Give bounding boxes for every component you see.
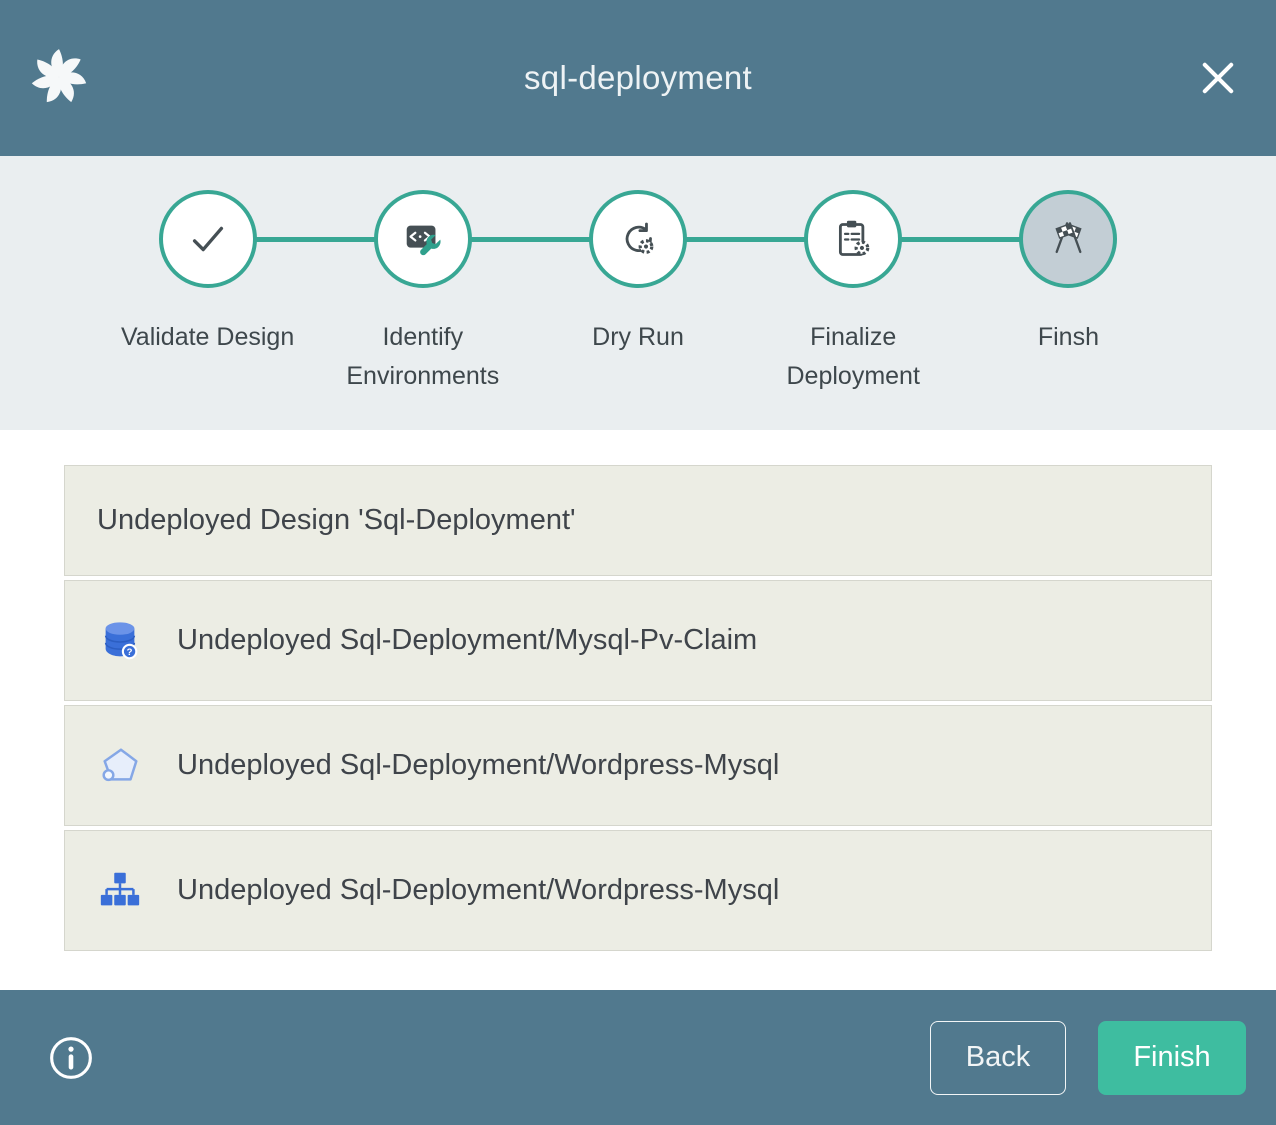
- dialog-title: sql-deployment: [524, 59, 752, 97]
- list-item: Undeployed Sql-Deployment/Wordpress-Mysq…: [64, 705, 1212, 826]
- svg-text:?: ?: [127, 646, 133, 657]
- step-label: Identify Environments: [325, 318, 520, 396]
- list-item-text: Undeployed Sql-Deployment/Wordpress-Mysq…: [177, 749, 779, 782]
- close-icon: [1194, 54, 1242, 102]
- step-label: Finsh: [1038, 318, 1099, 357]
- swirl-logo-icon: [28, 46, 90, 108]
- checkered-flags-icon: [1045, 216, 1092, 263]
- step-circle-identify-environments[interactable]: [374, 190, 472, 288]
- wizard-stepper: Validate Design Identify Environments: [0, 156, 1276, 430]
- close-button[interactable]: [1194, 54, 1242, 102]
- step-validate-design: Validate Design: [100, 156, 315, 430]
- pentagon-badge-icon: [97, 743, 143, 789]
- step-dry-run: Dry Run: [530, 156, 745, 430]
- list-item-text: Undeployed Design 'Sql-Deployment': [97, 504, 576, 537]
- step-label: Dry Run: [592, 318, 684, 357]
- step-finish: Finsh: [961, 156, 1176, 430]
- step-circle-finish[interactable]: [1019, 190, 1117, 288]
- code-wrench-icon: [400, 216, 446, 262]
- database-icon: ?: [97, 618, 143, 664]
- step-circle-validate-design[interactable]: [159, 190, 257, 288]
- finish-button[interactable]: Finish: [1098, 1021, 1246, 1095]
- back-button[interactable]: Back: [930, 1021, 1066, 1095]
- info-button[interactable]: [48, 1035, 94, 1081]
- step-label: Finalize Deployment: [756, 318, 951, 396]
- clipboard-gear-icon: [831, 217, 876, 262]
- info-icon: [48, 1035, 94, 1081]
- list-item-text: Undeployed Sql-Deployment/Wordpress-Mysq…: [177, 874, 779, 907]
- dialog-footer: Back Finish: [0, 990, 1276, 1125]
- step-label: Validate Design: [121, 318, 294, 357]
- list-item: Undeployed Design 'Sql-Deployment': [64, 465, 1212, 576]
- sync-gear-icon: [616, 217, 661, 262]
- step-identify-environments: Identify Environments: [315, 156, 530, 430]
- deployment-status-list: Undeployed Design 'Sql-Deployment' ? Und…: [64, 465, 1212, 951]
- deployment-wizard-dialog: sql-deployment Validate Design: [0, 0, 1276, 1125]
- step-circle-finalize-deployment[interactable]: [804, 190, 902, 288]
- check-icon: [185, 216, 231, 262]
- dialog-header: sql-deployment: [0, 0, 1276, 156]
- list-item: Undeployed Sql-Deployment/Wordpress-Mysq…: [64, 830, 1212, 951]
- dialog-body: Undeployed Design 'Sql-Deployment' ? Und…: [0, 430, 1276, 990]
- list-item-text: Undeployed Sql-Deployment/Mysql-Pv-Claim: [177, 624, 757, 657]
- sitemap-icon: [97, 868, 143, 914]
- step-circle-dry-run[interactable]: [589, 190, 687, 288]
- list-item: ? Undeployed Sql-Deployment/Mysql-Pv-Cla…: [64, 580, 1212, 701]
- step-finalize-deployment: Finalize Deployment: [746, 156, 961, 430]
